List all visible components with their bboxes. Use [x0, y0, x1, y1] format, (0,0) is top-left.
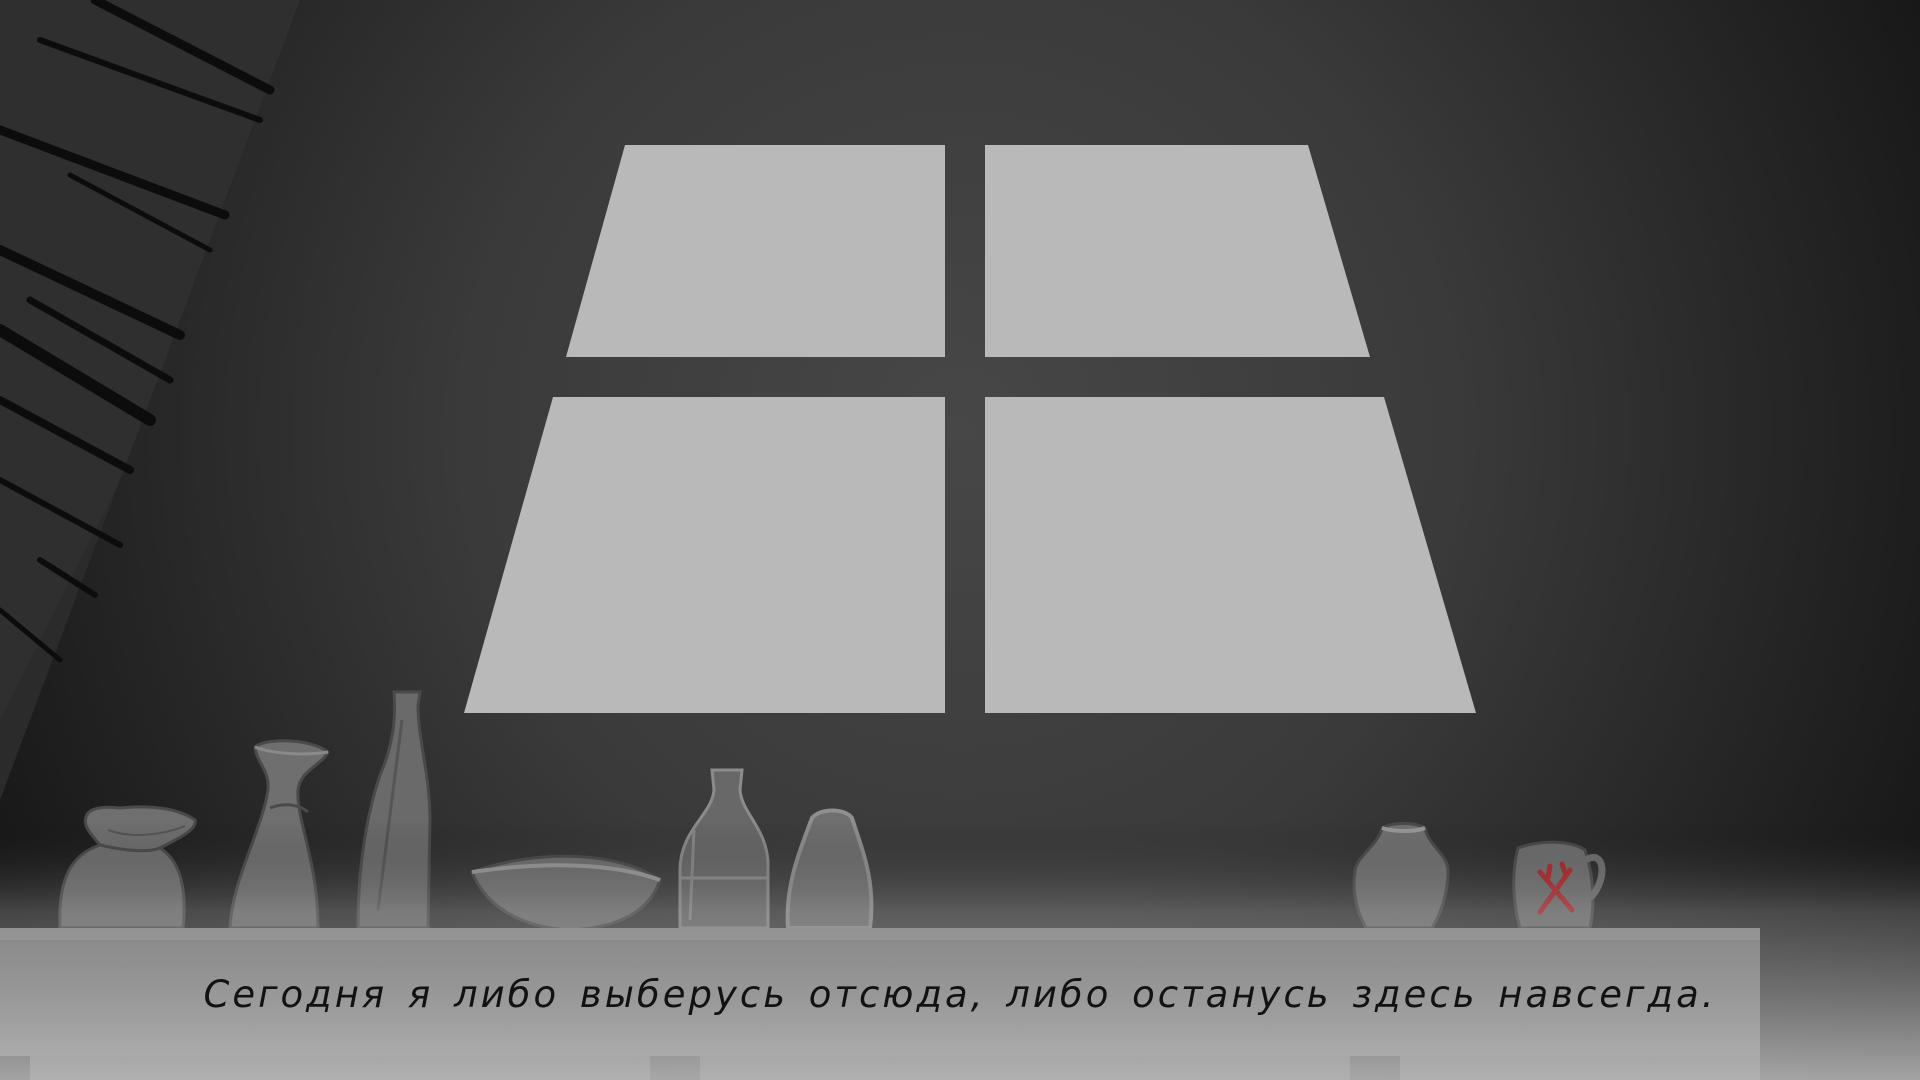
window-pane-top-right [985, 145, 1370, 357]
game-scene[interactable]: Сегодня я либо выберусь отсюда, либо ост… [0, 0, 1920, 1080]
dialogue-text: Сегодня я либо выберусь отсюда, либо ост… [203, 973, 1717, 1016]
window-pane-top-left [566, 145, 945, 357]
dialogue-box[interactable]: Сегодня я либо выберусь отсюда, либо ост… [0, 910, 1920, 1080]
